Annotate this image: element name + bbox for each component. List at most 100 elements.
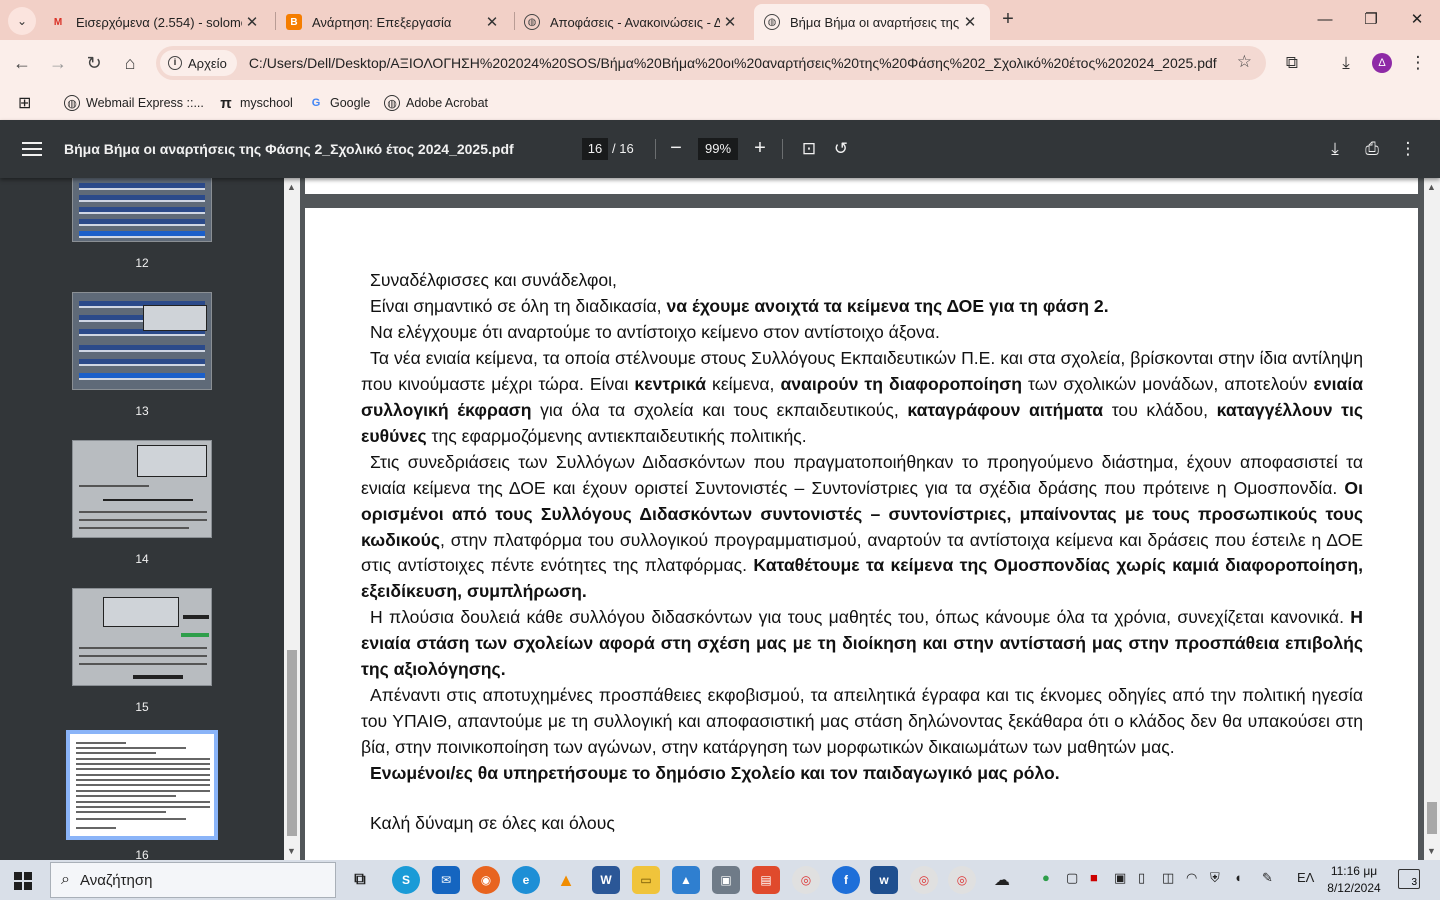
tray-icon[interactable]: ▣ [1114,870,1126,886]
sidebar-scroll-thumb[interactable] [287,650,297,836]
taskbar-search[interactable]: ⌕ Αναζήτηση [50,862,336,898]
thumbnail-page-15[interactable] [72,588,212,686]
meeting-app-icon[interactable]: w [870,866,898,894]
thumbnail-label: 14 [135,552,149,566]
bookmark-google[interactable]: G Google [308,92,371,114]
tray-icon[interactable]: ■ [1090,870,1098,885]
viewer-scrollbar[interactable]: ▲ ▼ [1424,178,1440,860]
tab-pdf-active[interactable]: ◍ Βήμα Βήμα οι αναρτήσεις της Φ ✕ [754,4,990,40]
sidebar-scrollbar[interactable]: ▲ ▼ [284,178,300,860]
word-icon[interactable]: W [592,866,620,894]
site-info-chip[interactable]: i Αρχείο [160,50,237,76]
address-bar[interactable]: i Αρχείο C:/Users/Dell/Desktop/ΑΞΙΟΛΟΓΗΣ… [156,46,1266,80]
scroll-up-icon[interactable]: ▲ [1427,182,1436,192]
zoom-input[interactable]: 99% [698,138,738,160]
page-number-input[interactable]: 16 [582,138,608,160]
notifications-icon[interactable]: 3 [1398,869,1420,889]
zoom-in-button[interactable]: + [748,135,772,161]
close-icon[interactable]: ✕ [242,13,262,31]
new-tab-button[interactable]: + [996,8,1020,31]
extensions-icon[interactable]: ⧉ [1278,49,1306,77]
pen-icon[interactable]: ✎ [1262,870,1273,886]
menu-icon[interactable] [22,139,42,159]
tab-search-button[interactable]: ⌄ [8,7,36,35]
chrome-profile-icon[interactable]: ◎ [948,866,976,894]
skype-icon[interactable]: S [392,866,420,894]
reload-button[interactable]: ↻ [80,49,108,77]
viewer-scroll-thumb[interactable] [1427,802,1437,834]
profile-avatar[interactable]: Δ [1372,53,1392,73]
restore-button[interactable]: ❐ [1348,6,1394,34]
forward-button[interactable]: → [44,49,72,77]
bookmarks-bar: ⊞ ◍ Webmail Express ::... π myschool G G… [0,86,1440,120]
thumbnail-label: 13 [135,404,149,418]
thumbnail-page-12[interactable] [72,178,212,242]
firefox-icon[interactable]: ◉ [472,866,500,894]
tray-icon[interactable]: ▢ [1066,870,1078,886]
page-text: Συναδέλφισσες και συνάδελφοι, Είναι σημα… [361,268,1363,837]
chrome-icon[interactable]: ◎ [792,866,820,894]
edge-icon[interactable]: e [512,866,540,894]
paragraph: Να ελέγχουμε ότι αναρτούμε το αντίστοιχο… [370,321,940,342]
start-button[interactable] [14,872,32,890]
close-window-button[interactable]: ✕ [1394,6,1440,34]
shield-icon[interactable]: ⛨ [1210,870,1220,886]
url-text[interactable]: C:/Users/Dell/Desktop/ΑΞΙΟΛΟΓΗΣΗ%202024%… [249,55,1229,71]
tab-blogger[interactable]: B Ανάρτηση: Επεξεργασία ✕ [276,4,512,40]
clock[interactable]: 11:16 μμ 8/12/2024 [1322,863,1386,897]
scroll-down-icon[interactable]: ▼ [287,846,296,856]
back-button[interactable]: ← [8,49,36,77]
document-title: Βήμα Βήμα οι αναρτήσεις της Φάσης 2_Σχολ… [64,141,514,157]
wifi-icon[interactable]: ◠ [1186,870,1197,886]
gmail-icon: M [53,16,63,28]
language-indicator[interactable]: ΕΛ [1297,870,1314,885]
browser-menu-icon[interactable]: ⋮ [1404,49,1432,77]
mail-icon[interactable]: ✉ [432,866,460,894]
paragraph: Καλή δύναμη σε όλες και όλους [370,813,615,834]
pdf-viewer[interactable]: Συναδέλφισσες και συνάδελφοι, Είναι σημα… [300,178,1424,860]
apps-grid-icon[interactable]: ⊞ [18,92,31,114]
bookmark-webmail[interactable]: ◍ Webmail Express ::... [64,92,204,114]
thumbnail-page-14[interactable] [72,440,212,538]
security-tray-icon[interactable]: ● [1042,870,1050,885]
tab-gmail[interactable]: M Εισερχόμενα (2.554) - solomos ✕ [40,4,272,40]
scroll-down-icon[interactable]: ▼ [1427,846,1436,856]
windows-taskbar: ⌕ Αναζήτηση ⧉ S ✉ ◉ e ▲ W ▭ ▲ ▣ ▤ ◎ f w … [0,860,1440,900]
thumbnail-page-16-current[interactable] [66,730,218,840]
messenger-icon[interactable]: f [832,866,860,894]
globe-icon: ◍ [384,95,400,111]
paragraph: Η πλούσια δουλειά κάθε συλλόγου διδασκόν… [361,607,1363,680]
tray-icon[interactable]: ◫ [1162,870,1174,886]
scroll-up-icon[interactable]: ▲ [287,182,296,192]
close-icon[interactable]: ✕ [482,13,502,31]
vlc-icon[interactable]: ▲ [552,866,580,894]
downloads-icon[interactable]: ⤓ [1332,49,1360,77]
fit-page-icon[interactable]: ⊡ [797,136,821,162]
chrome-icon[interactable]: ◎ [910,866,938,894]
tray-icon[interactable]: ▯ [1138,870,1145,886]
weather-icon[interactable]: ☁ [994,870,1010,890]
zoom-out-button[interactable]: − [664,135,688,161]
download-icon[interactable]: ⤓ [1323,136,1347,162]
tab-strip: ⌄ M Εισερχόμενα (2.554) - solomos ✕ B Αν… [0,0,1440,40]
rotate-icon[interactable]: ↺ [829,136,853,162]
bookmark-myschool[interactable]: π myschool [218,92,293,114]
photos-icon[interactable]: ▲ [672,866,700,894]
thumbnail-page-13[interactable] [72,292,212,390]
bookmark-adobe-acrobat[interactable]: ◍ Adobe Acrobat [384,92,488,114]
bookmark-star-icon[interactable]: ☆ [1237,52,1252,72]
file-explorer-icon[interactable]: ▭ [632,866,660,894]
google-icon: G [311,97,321,109]
pdf-reader-icon[interactable]: ▤ [752,866,780,894]
close-icon[interactable]: ✕ [720,13,740,31]
print-icon[interactable]: ⎙ [1360,136,1384,162]
tab-decisions[interactable]: ◍ Αποφάσεις - Ανακοινώσεις - Δ ✕ [514,4,750,40]
home-button[interactable]: ⌂ [116,49,144,77]
task-view-icon[interactable]: ⧉ [346,866,374,894]
minimize-button[interactable]: — [1302,6,1348,34]
more-options-icon[interactable]: ⋮ [1396,136,1420,162]
blogger-icon: B [286,14,302,30]
remote-desktop-icon[interactable]: ▣ [712,866,740,894]
close-icon[interactable]: ✕ [960,13,980,31]
volume-icon[interactable]: ◖ [1234,870,1242,885]
